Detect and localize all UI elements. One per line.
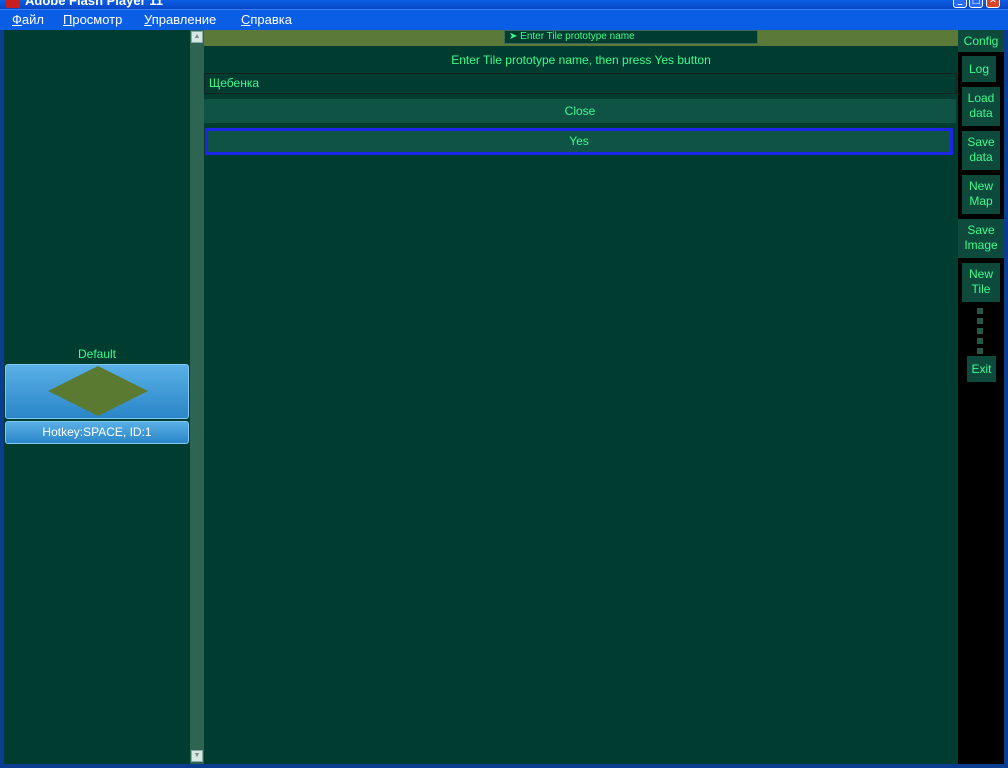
load-data-label-1: Load — [967, 91, 995, 105]
menu-bar: Файл Просмотр Управление Справка — [0, 9, 1008, 30]
maximize-button[interactable]: □ — [969, 0, 983, 8]
tile-list-scrollbar[interactable]: ▲ ▼ — [190, 30, 204, 764]
new-tile-button[interactable]: New Tile — [962, 263, 1000, 302]
new-map-button[interactable]: New Map — [962, 175, 1000, 214]
log-button[interactable]: Log — [962, 56, 996, 82]
minimize-button[interactable]: _ — [953, 0, 967, 8]
tile-preview-card[interactable] — [5, 364, 189, 419]
tile-name-label: Default — [77, 347, 117, 361]
tile-name-input[interactable]: Щебенка — [204, 73, 957, 94]
new-map-label-2: Map — [969, 194, 993, 208]
yes-button[interactable]: Yes — [205, 128, 953, 155]
window-title: Adobe Flash Player 11 — [25, 0, 164, 8]
tile-list-panel: Default Hotkey:SPACE, ID:1 — [4, 30, 190, 764]
flash-stage: Default Hotkey:SPACE, ID:1 ▲ ▼ ➤ Enter T… — [4, 30, 1004, 764]
save-image-button[interactable]: Save Image — [958, 219, 1004, 258]
save-image-label-1: Save — [967, 223, 995, 237]
save-data-label-2: data — [969, 150, 993, 164]
scroll-up-button[interactable]: ▲ — [191, 31, 203, 43]
new-tile-label-2: Tile — [971, 282, 991, 296]
toolbar-separator-dots — [977, 308, 983, 358]
save-data-button[interactable]: Save data — [962, 131, 1000, 170]
new-map-label-1: New — [968, 179, 993, 193]
flash-icon — [6, 0, 20, 8]
tooltip: ➤ Enter Tile prototype name — [504, 30, 758, 44]
menu-view[interactable]: Просмотр — [63, 12, 122, 27]
close-window-button[interactable]: ✕ — [986, 0, 1000, 8]
load-data-label-2: data — [969, 106, 993, 120]
title-bar: Adobe Flash Player 11 _ □ ✕ — [0, 0, 1008, 9]
load-data-button[interactable]: Load data — [962, 87, 1000, 126]
tile-diamond-icon — [48, 366, 148, 416]
menu-control[interactable]: Управление — [144, 12, 216, 27]
menu-file[interactable]: Файл — [12, 12, 44, 27]
new-tile-label-1: New — [968, 267, 993, 281]
right-toolbar: Config Log Load data Save data New Map S… — [958, 30, 1004, 764]
save-data-label-1: Save — [967, 135, 995, 149]
tile-hotkey-label[interactable]: Hotkey:SPACE, ID:1 — [5, 421, 189, 444]
exit-button[interactable]: Exit — [967, 356, 996, 382]
save-image-label-2: Image — [964, 238, 998, 252]
main-area: ➤ Enter Tile prototype name Enter Tile p… — [204, 30, 958, 764]
scroll-down-button[interactable]: ▼ — [191, 750, 203, 762]
prompt-text: Enter Tile prototype name, then press Ye… — [451, 53, 711, 67]
close-button[interactable]: Close — [204, 99, 956, 123]
config-button[interactable]: Config — [958, 30, 1004, 52]
menu-help[interactable]: Справка — [241, 12, 292, 27]
